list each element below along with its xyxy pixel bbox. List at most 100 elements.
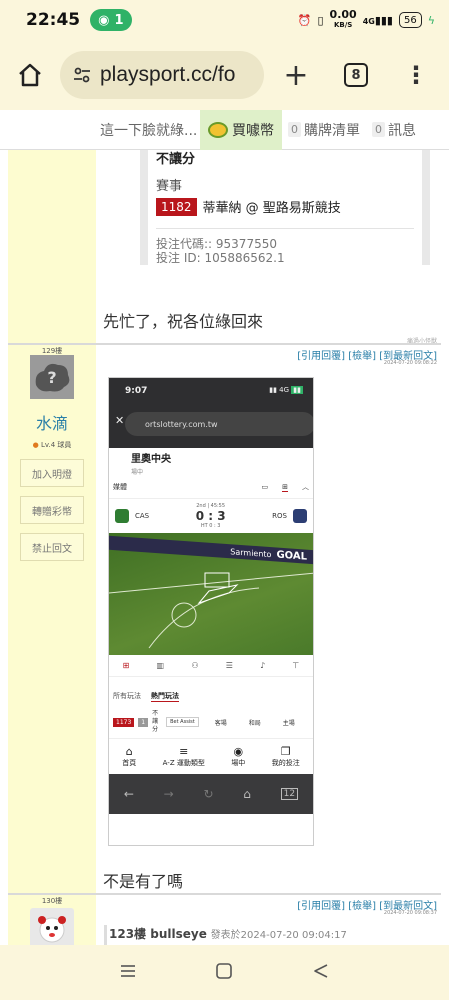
screenshot-scoreboard: CAS 2nd | 45:55 0 : 3 HT 0 : 3 ROS — [109, 499, 313, 533]
plus-icon: + — [283, 57, 309, 93]
stat-shirt-icon: ⊤ — [292, 661, 300, 670]
avatar[interactable]: ? — [30, 355, 74, 399]
status-bar: 22:45 ◉ 1 ⏰ ▯ 0.00 KB/S 4G▮▮▮ 56 ϟ — [0, 0, 449, 40]
home-button[interactable] — [0, 62, 60, 88]
screenshot-nav-live-label: 場中 — [231, 759, 246, 767]
screenshot-close-icon: ✕ — [115, 414, 125, 427]
battery-level: 56 — [404, 14, 417, 26]
stat-mic-icon: ♪ — [260, 661, 266, 670]
screenshot-away-team: ROS — [272, 509, 307, 523]
odds-index: 1 — [138, 717, 149, 727]
net-speed-value: 0.00 — [329, 8, 357, 21]
battery-icon: 56 — [399, 12, 422, 28]
url-bar[interactable]: playsport.cc/fo — [60, 51, 264, 99]
col-draw: 和局 — [248, 719, 261, 727]
url-text: playsport.cc/fo — [100, 63, 236, 86]
site-settings-icon[interactable] — [72, 65, 92, 85]
screenshot-match-title: 里奧中央 — [131, 454, 171, 465]
browser-toolbar: playsport.cc/fo + 8 ⋮ — [0, 40, 449, 110]
nav-search-link[interactable]: 這一下臉就綠... — [0, 120, 200, 140]
screenshot-nav-az-label: A-Z 運動類型 — [162, 759, 205, 767]
screenshot-halftime: HT 0 : 3 — [200, 523, 221, 529]
post-text: 先忙了，祝各位綠回來 — [103, 312, 264, 331]
wifi-icon: ◉ — [98, 12, 110, 28]
menu-lines-icon — [121, 964, 136, 977]
screenshot-collapse-icon: ︿ — [302, 483, 309, 491]
floor-number: 130樓 — [41, 897, 63, 905]
messages-count: 0 — [372, 122, 385, 137]
home-team-code: CAS — [135, 512, 150, 520]
screenshot-battery-icon: ▮▮ — [291, 386, 303, 394]
system-home-button[interactable] — [215, 962, 233, 984]
screenshot-media-label: 媒體 — [113, 483, 127, 491]
screenshot-home-icon: ⌂ — [125, 745, 133, 758]
screenshot-media-tabs: 媒體 ▭ ⊞ ︿ — [109, 476, 313, 499]
screenshot-bottom-nav: ⌂ 首頁 ≡ A-Z 運動類型 ◉ 場中 ❐ 我的投注 — [109, 738, 313, 774]
vibrate-icon: ▯ — [317, 13, 324, 27]
ban-reply-button[interactable]: 禁止回文 — [20, 533, 84, 561]
screenshot-nav-home-label: 首頁 — [122, 759, 137, 767]
svg-text:?: ? — [47, 368, 56, 387]
stat-list-icon: ☰ — [225, 661, 233, 670]
screenshot-home-team: CAS — [115, 509, 149, 523]
screenshot-home-nav-icon: ⌂ — [243, 787, 251, 801]
messages-label: 訊息 — [388, 122, 416, 139]
alarm-icon: ⏰ — [297, 13, 312, 27]
home-shirt-icon — [115, 509, 129, 523]
screenshot-time: 9:07 — [125, 386, 148, 396]
recent-apps-button[interactable] — [119, 962, 137, 984]
purchase-list-count: 0 — [288, 122, 301, 137]
event-label: 賽事 — [156, 179, 183, 194]
username[interactable]: 水滴 — [8, 410, 96, 434]
purchase-list-label: 購牌清單 — [304, 122, 360, 139]
forum-content: 不讓分 賽事 1182 蒂華納 @ 聖路易斯競技 投注代碼:: 95377550… — [0, 150, 449, 945]
post-text: 不是有了嗎 — [103, 872, 184, 891]
post-divider — [8, 893, 441, 895]
net-speed: 0.00 KB/S — [329, 8, 357, 30]
buy-coin-link[interactable]: 買噱幣 — [200, 109, 282, 150]
odds-type: 不讓分 — [152, 710, 159, 733]
system-nav-bar — [0, 945, 449, 1000]
screenshot-odds-row: 1173 1 不讓分 Bet Assist 客場 和局 主場 — [109, 706, 313, 738]
screenshot-nav-home: ⌂ 首頁 — [122, 745, 136, 768]
screenshot-nav-live: ◉ 場中 — [231, 745, 245, 768]
game-name: 蒂華納 @ 聖路易斯競技 — [202, 201, 341, 216]
screenshot-tv-icon: ▭ — [261, 483, 269, 491]
post-time: 2024-07-20 09:08:37 — [383, 910, 437, 916]
coin-icon — [208, 121, 228, 138]
stat-pitch-icon: ⊞ — [122, 661, 130, 670]
home-icon — [19, 63, 41, 87]
add-light-button[interactable]: 加入明燈 — [20, 459, 84, 487]
purchase-list-link[interactable]: 0 購牌清單 — [282, 120, 366, 140]
bet-card: 不讓分 賽事 1182 蒂華納 @ 聖路易斯競技 投注代碼:: 95377550… — [140, 150, 430, 265]
tabs-count: 8 — [344, 63, 368, 87]
screenshot-browser-nav: ← → ↻ ⌂ 12 — [109, 774, 313, 814]
new-tab-button[interactable]: + — [266, 58, 326, 93]
tab-switcher-button[interactable]: 8 — [326, 63, 386, 87]
col-away: 客場 — [214, 719, 227, 727]
screenshot-back-icon: ← — [123, 787, 134, 801]
card-divider — [156, 228, 414, 229]
screenshot-tabs-icon: 12 — [280, 788, 299, 800]
messages-link[interactable]: 0 訊息 — [366, 120, 422, 140]
signal-icon: 4G▮▮▮ — [362, 13, 393, 27]
screenshot-pitch-icon: ⊞ — [282, 482, 288, 492]
screenshot-url: ortslottery.com.tw — [125, 412, 313, 436]
status-right: ⏰ ▯ 0.00 KB/S 4G▮▮▮ 56 ϟ — [297, 8, 435, 30]
attached-screenshot[interactable]: 9:07 ▮▮ 4G ▮▮ ✕ ortslottery.com.tw 里奧中央 … — [108, 377, 314, 846]
back-triangle-icon — [314, 963, 328, 978]
screenshot-browser-bar: 9:07 ▮▮ 4G ▮▮ ✕ ortslottery.com.tw — [109, 378, 313, 448]
site-nav: 這一下臉就綠... 買噱幣 0 購牌清單 0 訊息 — [0, 109, 449, 150]
avatar[interactable] — [30, 908, 74, 945]
default-avatar-icon: ? — [35, 363, 70, 392]
quote-time: 發表於2024-07-20 09:04:17 — [210, 930, 347, 941]
gift-coin-button[interactable]: 轉贈彩幣 — [20, 496, 84, 524]
screenshot-ticket-icon: ❐ — [280, 745, 291, 758]
system-back-button[interactable] — [312, 962, 330, 984]
screenshot-live-icon: ◉ — [233, 745, 244, 758]
screenshot-play-tabs: 所有玩法 熱門玩法 — [109, 677, 313, 706]
square-icon — [216, 962, 233, 979]
browser-menu-button[interactable]: ⋮ — [386, 61, 446, 89]
odds-game-id: 1173 — [113, 717, 135, 727]
user-level-label: Lv.4 球員 — [40, 441, 72, 449]
